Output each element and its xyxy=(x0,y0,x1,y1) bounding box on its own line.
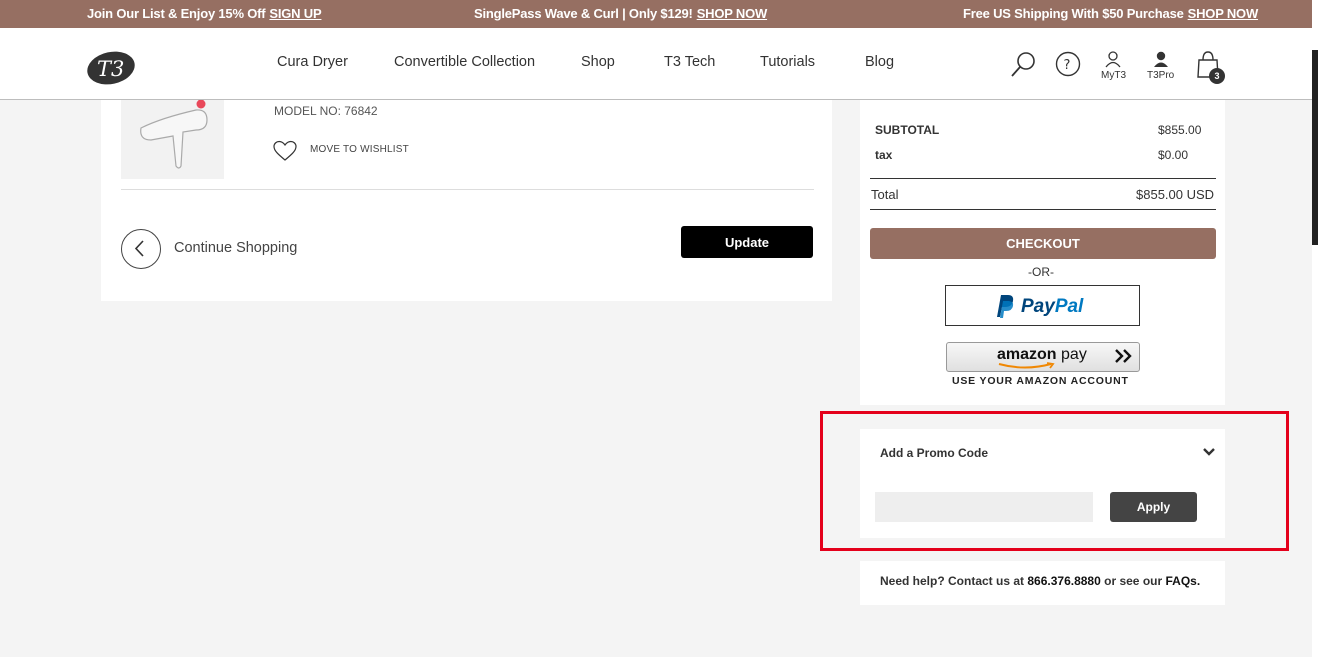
back-button[interactable] xyxy=(121,229,161,269)
model-number: MODEL NO: 76842 xyxy=(274,104,378,118)
scrollbar-thumb[interactable] xyxy=(1312,50,1318,245)
svg-text:?: ? xyxy=(1064,58,1071,73)
update-button[interactable]: Update xyxy=(681,226,813,258)
user-icon[interactable] xyxy=(1104,50,1122,68)
move-to-wishlist-link[interactable]: MOVE TO WISHLIST xyxy=(310,144,409,155)
promo-message-signup: Join Our List & Enjoy 15% Off SIGN UP xyxy=(87,6,322,21)
nav-tutorials[interactable]: Tutorials xyxy=(760,54,815,70)
shop-now-link[interactable]: SHOP NOW xyxy=(1188,6,1259,21)
nav-t3-tech[interactable]: T3 Tech xyxy=(664,54,715,70)
t3-logo[interactable]: T3 xyxy=(86,48,136,88)
faqs-link[interactable]: FAQs. xyxy=(1166,574,1201,588)
tax-value: $0.00 xyxy=(1158,148,1189,162)
nav-cura-dryer[interactable]: Cura Dryer xyxy=(277,54,348,70)
nav-convertible-collection[interactable]: Convertible Collection xyxy=(394,54,535,70)
paypal-word-pay: Pay xyxy=(1021,296,1055,317)
pay-word: pay xyxy=(1061,346,1087,363)
help-icon[interactable]: ? xyxy=(1055,51,1081,77)
help-text: Need help? Contact us at 866.376.8880 or… xyxy=(880,574,1200,588)
paypal-wordmark: PayPal xyxy=(1021,296,1083,318)
double-chevron-right-icon xyxy=(1115,349,1132,363)
nav-shop[interactable]: Shop xyxy=(581,54,615,70)
paypal-word-pal: Pal xyxy=(1054,296,1084,317)
phone-link[interactable]: 866.376.8880 xyxy=(1027,574,1100,588)
promo-text: Join Our List & Enjoy 15% Off xyxy=(87,6,266,21)
sign-up-link[interactable]: SIGN UP xyxy=(269,6,321,21)
product-thumbnail[interactable] xyxy=(121,99,224,179)
amazon-word: amazon xyxy=(997,346,1057,363)
cart-divider xyxy=(121,189,814,190)
amazon-caption: USE YOUR AMAZON ACCOUNT xyxy=(952,375,1129,387)
highlight-box xyxy=(820,411,1289,551)
promo-text: SinglePass Wave & Curl | Only $129! xyxy=(474,6,693,21)
promo-message-singlepass: SinglePass Wave & Curl | Only $129! SHOP … xyxy=(474,6,767,21)
promo-text: Free US Shipping With $50 Purchase xyxy=(963,6,1184,21)
shop-now-link[interactable]: SHOP NOW xyxy=(697,6,768,21)
site-header: T3 Cura Dryer Convertible Collection Sho… xyxy=(0,28,1312,100)
chevron-left-icon xyxy=(134,240,144,257)
subtotal-value: $855.00 xyxy=(1158,123,1202,137)
total-value: $855.00 USD xyxy=(1136,187,1215,202)
checkout-button[interactable]: CHECKOUT xyxy=(870,228,1216,259)
hair-dryer-image xyxy=(140,99,208,169)
help-prefix: Need help? Contact us at xyxy=(880,574,1025,588)
paypal-logo-icon xyxy=(997,295,1014,318)
amazon-smile-icon xyxy=(998,362,1055,369)
tax-label: tax xyxy=(875,148,893,162)
pro-user-icon[interactable] xyxy=(1152,50,1170,68)
summary-divider xyxy=(870,178,1216,179)
myt3-label[interactable]: MyT3 xyxy=(1101,70,1126,81)
subtotal-label: SUBTOTAL xyxy=(875,123,940,137)
heart-icon[interactable] xyxy=(273,140,297,162)
search-icon[interactable] xyxy=(1010,50,1038,78)
cart-count-badge: 3 xyxy=(1209,68,1225,84)
promo-message-shipping: Free US Shipping With $50 Purchase SHOP N… xyxy=(963,6,1258,21)
svg-text:T3: T3 xyxy=(97,57,124,81)
promo-banner: Join Our List & Enjoy 15% Off SIGN UP Sin… xyxy=(0,0,1312,28)
help-middle: or see our xyxy=(1104,574,1163,588)
t3pro-label[interactable]: T3Pro xyxy=(1147,70,1174,81)
summary-divider xyxy=(870,209,1216,210)
total-label: Total xyxy=(871,187,899,202)
or-separator: -OR- xyxy=(1028,265,1054,279)
nav-blog[interactable]: Blog xyxy=(865,54,894,70)
continue-shopping-link[interactable]: Continue Shopping xyxy=(174,240,297,256)
